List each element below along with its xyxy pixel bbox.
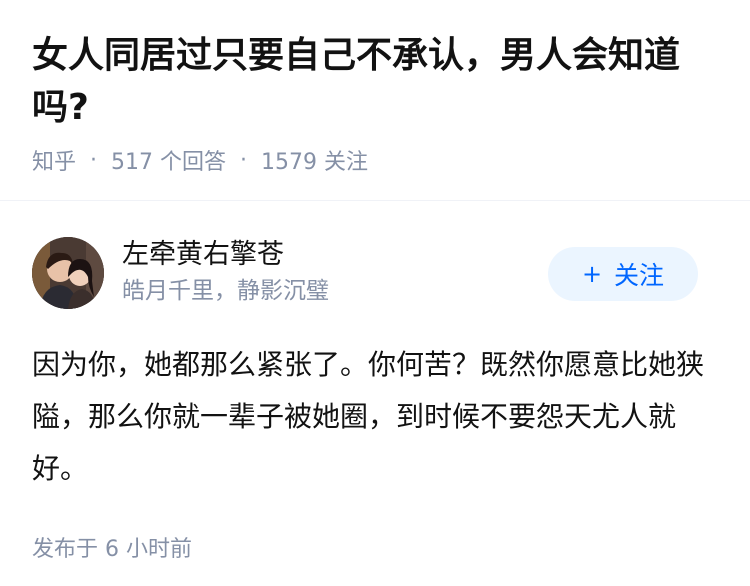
publish-time: 发布于 6 小时前 [32, 537, 192, 562]
answer-content[interactable]: 因为你，她都那么紧张了。你何苦？既然你愿意比她狭隘，那么你就一辈子被她圈，到时候… [32, 339, 712, 495]
follow-button-label: 关注 [614, 261, 665, 290]
question-title[interactable]: 女人同居过只要自己不承认，男人会知道吗? [32, 30, 718, 134]
question-meta: 知乎 · 517 个回答 · 1579 关注 [32, 144, 718, 176]
author-row: 左牵黄右擎苍 皓月千里，静影沉璧 + 关注 [32, 235, 718, 311]
author-info: 左牵黄右擎苍 皓月千里，静影沉璧 [122, 238, 329, 308]
plus-icon: + [581, 260, 603, 288]
author-bio: 皓月千里，静影沉璧 [122, 278, 329, 304]
avatar[interactable] [32, 237, 104, 309]
follow-button[interactable]: + 关注 [548, 247, 698, 301]
source-label[interactable]: 知乎 [32, 144, 76, 176]
meta-separator: · [240, 147, 248, 173]
author-name[interactable]: 左牵黄右擎苍 [122, 238, 329, 272]
avatar-photo-icon [32, 237, 104, 309]
follower-count[interactable]: 1579 关注 [261, 144, 368, 176]
meta-separator: · [90, 147, 98, 173]
answer-card: 左牵黄右擎苍 皓月千里，静影沉璧 + 关注 因为你，她都那么紧张了。你何苦？既然… [0, 235, 750, 563]
answer-count[interactable]: 517 个回答 [111, 144, 226, 176]
section-divider [0, 200, 750, 201]
question-header: 女人同居过只要自己不承认，男人会知道吗? 知乎 · 517 个回答 · 1579… [0, 0, 750, 175]
